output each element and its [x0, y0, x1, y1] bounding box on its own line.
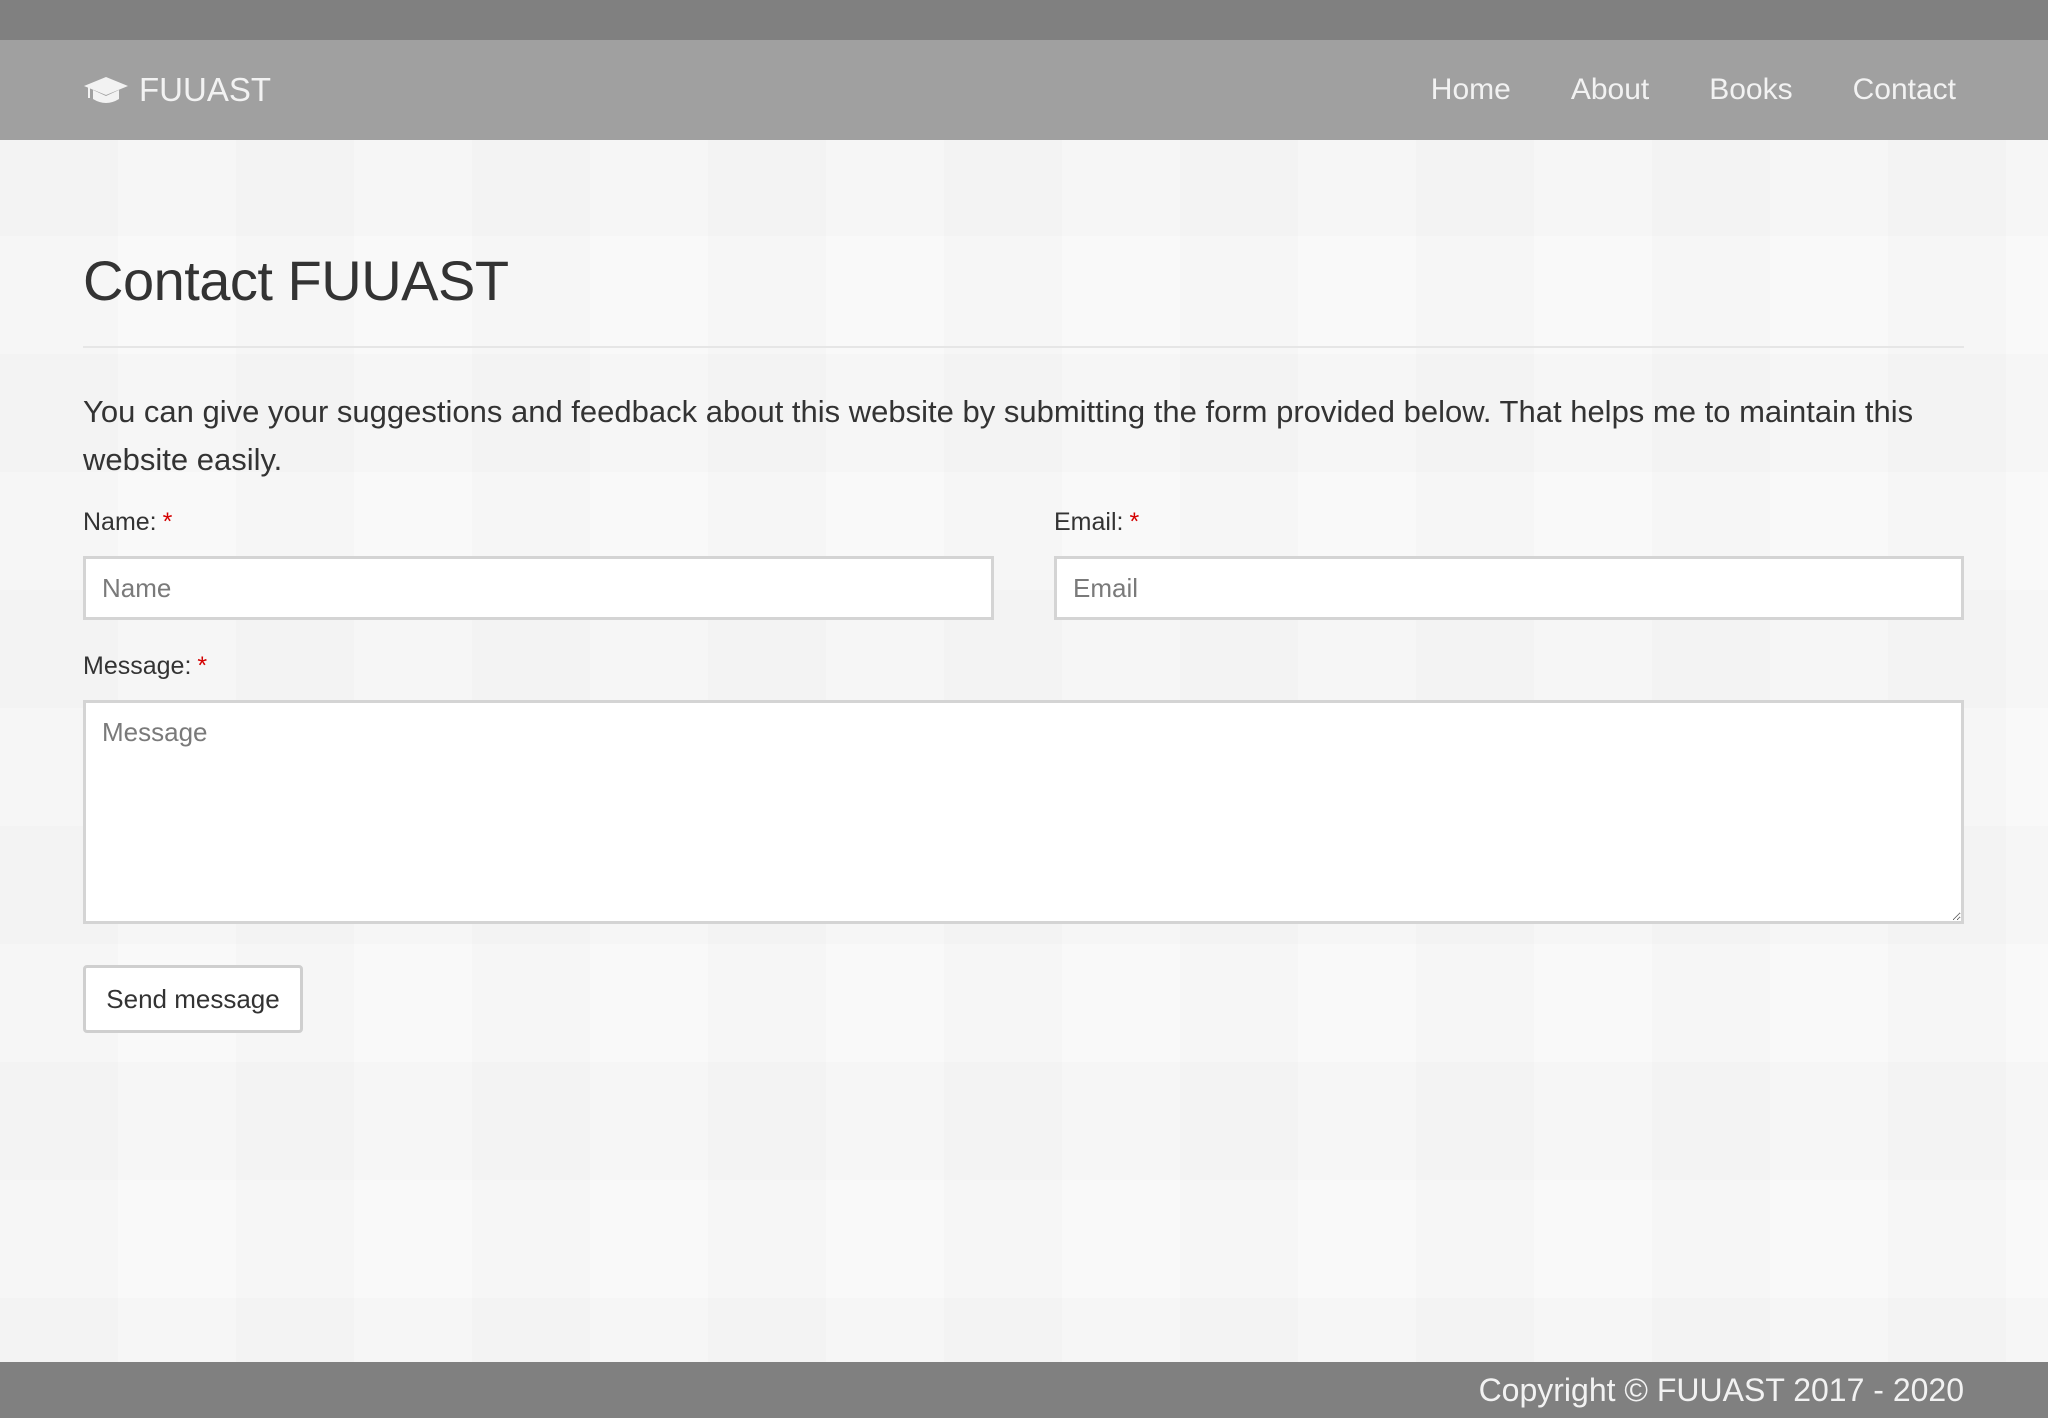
- page-title: Contact FUUAST: [83, 249, 509, 312]
- nav-contact[interactable]: Contact: [1853, 73, 1956, 107]
- name-label: Name: *: [83, 508, 172, 537]
- brand-link[interactable]: FUUAST: [83, 40, 271, 140]
- navbar: FUUAST Home About Books Contact: [0, 40, 2048, 140]
- send-message-button[interactable]: Send message: [83, 965, 303, 1033]
- intro-text: You can give your suggestions and feedba…: [83, 394, 1914, 477]
- required-marker: *: [1129, 508, 1140, 536]
- top-strip: [0, 0, 2048, 40]
- main-nav: Home About Books Contact: [1371, 40, 1956, 140]
- copyright-text: Copyright © FUUAST 2017 - 2020: [1478, 1372, 1964, 1408]
- message-label-text: Message:: [83, 652, 192, 680]
- nav-books[interactable]: Books: [1709, 73, 1792, 107]
- title-divider: [83, 346, 1964, 348]
- graduation-cap-icon: [83, 73, 129, 107]
- name-label-text: Name:: [83, 508, 157, 536]
- email-label-text: Email:: [1054, 508, 1124, 536]
- message-label: Message: *: [83, 652, 207, 681]
- required-marker: *: [162, 508, 173, 536]
- email-field[interactable]: [1054, 556, 1964, 620]
- nav-home[interactable]: Home: [1431, 73, 1511, 107]
- email-label: Email: *: [1054, 508, 1139, 537]
- message-field[interactable]: [83, 700, 1964, 924]
- nav-about[interactable]: About: [1571, 73, 1649, 107]
- name-field[interactable]: [83, 556, 994, 620]
- footer: Copyright © FUUAST 2017 - 2020: [0, 1362, 2048, 1418]
- required-marker: *: [197, 652, 208, 680]
- brand-name: FUUAST: [139, 71, 271, 108]
